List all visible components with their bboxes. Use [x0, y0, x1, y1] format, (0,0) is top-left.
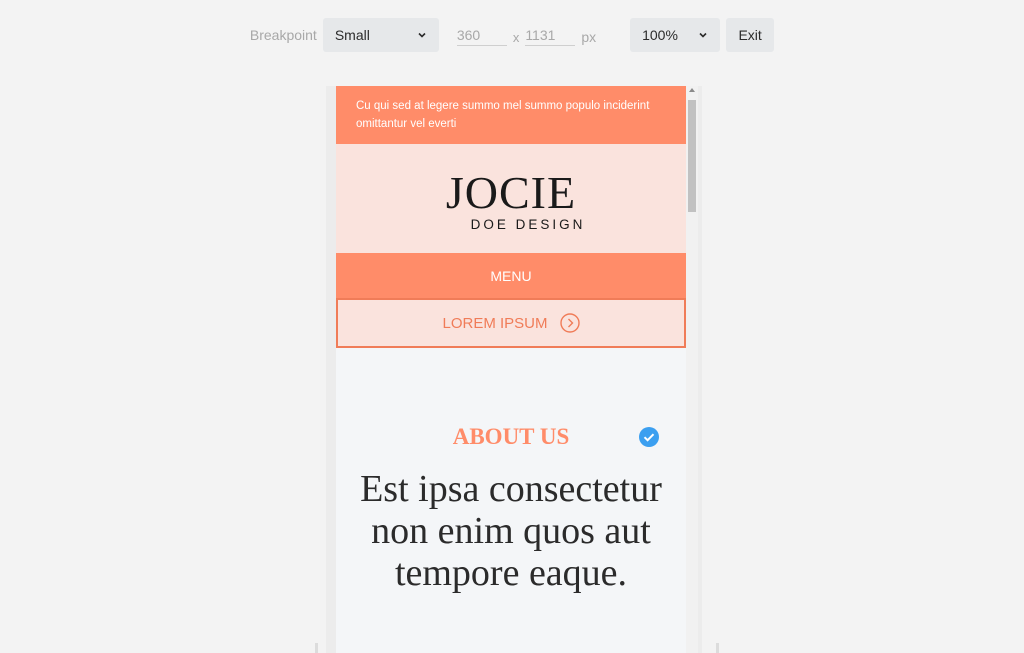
dimension-separator: x — [512, 29, 520, 45]
chevron-right-circle-icon — [559, 313, 580, 333]
breakpoint-select[interactable]: Small — [322, 18, 439, 52]
breakpoint-label: Breakpoint — [249, 27, 317, 43]
about-title: ABOUT US — [452, 424, 570, 449]
scroll-up-arrow-icon[interactable] — [689, 88, 695, 92]
resize-handle-right[interactable] — [716, 643, 719, 653]
about-section-header: ABOUT US — [336, 423, 686, 453]
scroll-thumb[interactable] — [688, 100, 696, 212]
zoom-value: 100% — [642, 27, 678, 43]
editor-toolbar: Breakpoint Small x px 100% Exit — [0, 18, 1024, 52]
cta-button[interactable]: LOREM IPSUM — [336, 298, 686, 348]
menu-button[interactable]: MENU — [336, 253, 686, 298]
exit-button[interactable]: Exit — [726, 18, 775, 52]
about-headline: Est ipsa consectetur non enim quos aut t… — [360, 468, 662, 594]
resize-handle-left[interactable] — [315, 643, 318, 653]
logo-title: JOCIE — [445, 167, 577, 218]
width-input[interactable] — [456, 24, 507, 46]
zoom-select[interactable]: 100% — [630, 18, 721, 52]
preview-scrollbar[interactable] — [686, 86, 698, 653]
chevron-down-icon — [417, 30, 427, 40]
announcement-bar: Cu qui sed at legere summo mel summo pop… — [336, 86, 686, 144]
logo-subtitle: DOE DESIGN — [470, 217, 586, 232]
breakpoint-value: Small — [334, 27, 370, 43]
check-circle-icon[interactable] — [639, 427, 659, 447]
chevron-down-icon — [698, 30, 708, 40]
menu-label: MENU — [490, 267, 532, 284]
height-input[interactable] — [525, 24, 576, 46]
cta-label: LOREM IPSUM — [442, 314, 548, 332]
logo-header: JOCIE DOE DESIGN — [336, 144, 686, 253]
preview-frame: Cu qui sed at legere summo mel summo pop… — [336, 86, 686, 653]
unit-label: px — [581, 29, 597, 45]
